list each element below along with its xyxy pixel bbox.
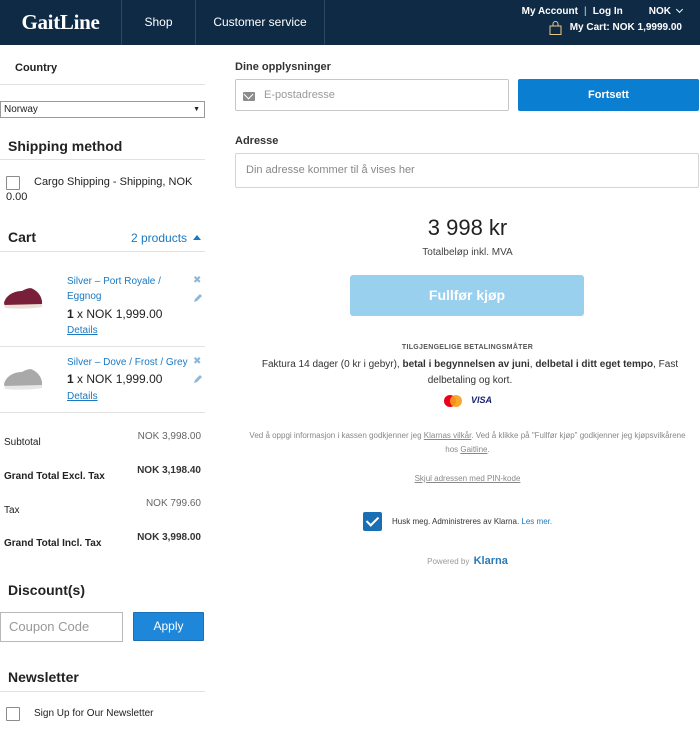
total-amount: 3 998 kr <box>427 215 508 240</box>
divider <box>0 84 205 85</box>
grand-total-excl-value: NOK 3,198.40 <box>137 465 201 476</box>
country-heading: Country <box>15 62 58 74</box>
payment-text-bold: delbetal i ditt eget tempo <box>535 359 654 370</box>
powered-by-text: Powered by <box>427 557 470 566</box>
newsletter-checkbox[interactable] <box>6 707 20 721</box>
grand-total-excl-label: Grand Total Excl. Tax <box>4 471 105 482</box>
edit-item-icon[interactable] <box>193 374 203 384</box>
customer-details-label: Dine opplysninger <box>235 61 331 73</box>
payment-text-bold: betal i begynnelsen av juni <box>402 359 530 370</box>
nav-customer-service[interactable]: Customer service <box>195 0 325 45</box>
cart-item-qty: 1 <box>67 372 74 386</box>
grand-total-incl-value: NOK 3,998.00 <box>137 532 201 543</box>
divider <box>0 691 205 692</box>
cart-item-details-link[interactable]: Details <box>67 325 98 336</box>
cart-item-qty-price: 1 x NOK 1,999.00 <box>67 372 162 386</box>
payment-methods-heading: TILGJENGELIGE BETALINGSMÅTER <box>401 344 534 351</box>
continue-button[interactable]: Fortsett <box>518 79 699 111</box>
coupon-code-input[interactable]: Coupon Code <box>0 612 123 642</box>
terms-text: Ved å oppgi informasjon i kassen godkjen… <box>245 429 690 457</box>
currency-switcher[interactable]: NOK <box>648 5 684 17</box>
divider <box>0 159 205 160</box>
remove-item-icon[interactable]: ✖ <box>193 275 201 286</box>
email-input[interactable]: E-postadresse <box>235 79 509 111</box>
top-navigation-bar: GaitLine Shop Customer service My Accoun… <box>0 0 700 45</box>
chevron-down-icon <box>675 5 684 14</box>
shipping-method-title: Shipping method <box>8 138 123 154</box>
nav-shop[interactable]: Shop <box>121 0 195 45</box>
collapse-arrow-icon[interactable] <box>193 235 201 240</box>
log-in-link[interactable]: Log In <box>593 6 623 17</box>
payment-methods-text: Faktura 14 dager (0 kr i gebyr), betal i… <box>255 357 685 389</box>
remember-me-text: Husk meg. Administreres av Klarna. <box>392 517 520 526</box>
mail-icon <box>243 92 255 101</box>
cart-title: Cart <box>8 229 37 245</box>
address-display: Din adresse kommer til å vises her <box>235 153 699 188</box>
currency-label: NOK <box>648 6 671 17</box>
country-select[interactable]: Norway ▼ <box>0 101 205 118</box>
shipping-option-label: Cargo Shipping - Shipping, NOK 0.00 <box>6 176 193 203</box>
gaitline-logo[interactable]: GaitLine <box>0 0 121 45</box>
subtotal-label: Subtotal <box>4 437 41 448</box>
hide-address-pin-link[interactable]: Skjul adressen med PIN-kode <box>235 474 700 483</box>
visa-icon: VISA <box>471 395 493 405</box>
cart-product-count[interactable]: 2 products <box>131 231 187 245</box>
address-label: Adresse <box>235 135 279 147</box>
cart-item-qty: 1 <box>67 307 74 321</box>
cart-item-qty-price: 1 x NOK 1,999.00 <box>67 307 162 321</box>
payment-text-part: Faktura 14 dager (0 kr i gebyr), <box>261 359 403 370</box>
learn-more-link[interactable]: Les mer. <box>521 517 552 526</box>
gaitline-terms-link[interactable]: Gaitline <box>460 445 487 454</box>
edit-item-icon[interactable] <box>193 293 203 303</box>
apply-coupon-button[interactable]: Apply <box>133 612 204 641</box>
klarna-terms-link[interactable]: Klarnas vilkår <box>424 431 472 440</box>
total-amount-caption: Totalbeløp inkl. MVA <box>422 247 513 258</box>
mini-cart-summary: My Cart: NOK 1,9999.00 <box>569 22 682 33</box>
remove-item-icon[interactable]: ✖ <box>193 356 201 367</box>
mastercard-icon <box>444 395 462 407</box>
terms-part: Ved å oppgi informasjon i kassen godkjen… <box>249 431 424 440</box>
grand-total-incl-label: Grand Total Incl. Tax <box>4 538 102 549</box>
account-links: My Account | Log In NOK <box>522 5 684 17</box>
remember-me-label: Husk meg. Administreres av Klarna. Les m… <box>392 517 552 526</box>
dropdown-arrow-icon: ▼ <box>193 106 200 113</box>
remember-me-checkbox[interactable] <box>363 512 382 531</box>
subtotal-value: NOK 3,998.00 <box>137 431 201 442</box>
my-account-link[interactable]: My Account <box>522 6 578 17</box>
cart-item-details-link[interactable]: Details <box>67 391 98 402</box>
divider <box>0 346 205 347</box>
cart-item-name[interactable]: Silver – Port Royale / Eggnog <box>67 274 192 304</box>
email-placeholder: E-postadresse <box>264 89 335 101</box>
tax-value: NOK 799.60 <box>145 498 201 509</box>
mini-cart[interactable]: My Cart: NOK 1,9999.00 <box>549 21 682 35</box>
country-select-value: Norway <box>4 104 38 115</box>
powered-by-klarna: Powered by Klarna <box>235 555 700 567</box>
terms-part: . <box>487 445 490 454</box>
divider <box>0 412 205 413</box>
product-thumbnail-shoe-icon[interactable] <box>2 281 44 311</box>
tax-label: Tax <box>4 505 20 516</box>
cart-item-price: x NOK 1,999.00 <box>77 307 163 321</box>
klarna-logo: Klarna <box>473 555 508 567</box>
complete-purchase-button[interactable]: Fullfør kjøp <box>350 275 584 316</box>
product-thumbnail-shoe-icon[interactable] <box>2 362 44 392</box>
newsletter-title: Newsletter <box>8 669 79 685</box>
shopping-bag-icon <box>549 21 562 35</box>
divider <box>0 251 205 252</box>
separator: | <box>583 6 587 17</box>
discount-title: Discount(s) <box>8 582 85 598</box>
newsletter-label: Sign Up for Our Newsletter <box>34 708 154 719</box>
cart-item-price: x NOK 1,999.00 <box>77 372 163 386</box>
cart-item-name[interactable]: Silver – Dove / Frost / Grey <box>67 355 192 370</box>
